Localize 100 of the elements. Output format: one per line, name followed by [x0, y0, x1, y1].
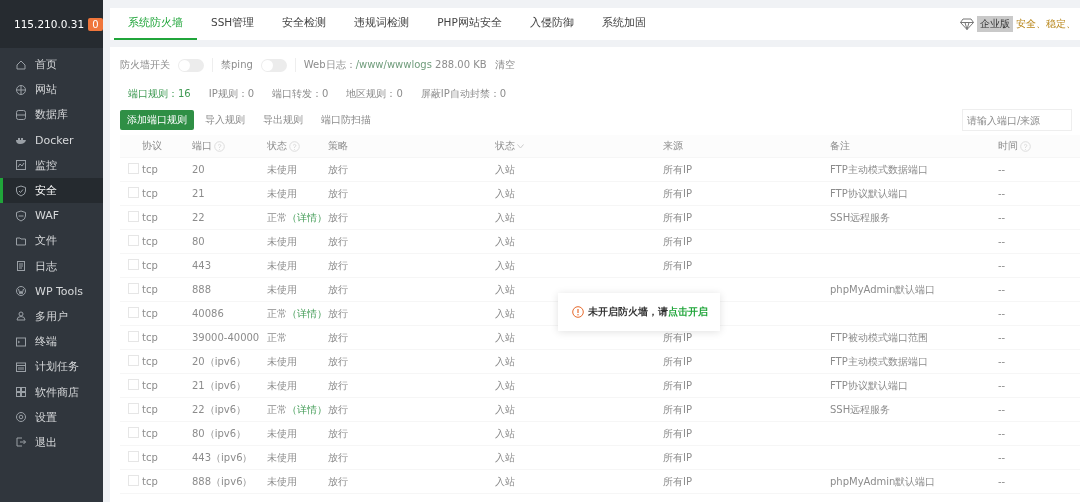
row-checkbox[interactable]: [128, 475, 139, 486]
tab[interactable]: 入侵防御: [515, 8, 588, 40]
sidebar-item[interactable]: 设置: [0, 404, 103, 430]
row-checkbox[interactable]: [128, 187, 139, 198]
folder-icon: [15, 234, 27, 247]
rule-tab[interactable]: 端口规则：16: [120, 83, 199, 105]
table-cell: SSH远程服务: [830, 403, 891, 415]
sidebar-item[interactable]: 首页: [0, 52, 103, 78]
table-cell: tcp: [142, 308, 158, 319]
row-checkbox[interactable]: [128, 331, 139, 342]
table-cell: 放行: [328, 427, 348, 439]
row-checkbox[interactable]: [128, 403, 139, 414]
column-header[interactable]: 状态: [495, 140, 515, 151]
row-checkbox[interactable]: [128, 379, 139, 390]
table-cell: 20: [192, 164, 205, 175]
database-icon: [15, 108, 27, 121]
sidebar-item[interactable]: 终端: [0, 329, 103, 355]
details-link[interactable]: （详情）: [287, 211, 327, 223]
edition-slogan: 安全、稳定、: [1016, 17, 1076, 31]
row-checkbox[interactable]: [128, 163, 139, 174]
sidebar-item[interactable]: WAF: [0, 203, 103, 229]
table-cell: --: [998, 452, 1006, 463]
table-cell: --: [998, 380, 1006, 391]
row-checkbox[interactable]: [128, 307, 139, 318]
row-checkbox[interactable]: [128, 235, 139, 246]
table-cell: 放行: [328, 451, 348, 463]
tab[interactable]: SSH管理: [197, 8, 269, 40]
table-cell: --: [998, 260, 1006, 271]
tab[interactable]: PHP网站安全: [423, 8, 516, 40]
clear-link[interactable]: 清空: [494, 58, 515, 72]
search-field[interactable]: 请输入端口/来源: [962, 109, 1072, 131]
row-checkbox[interactable]: [128, 427, 139, 438]
sidebar-item[interactable]: 日志: [0, 253, 103, 279]
table-cell: 39000-40000: [192, 332, 260, 343]
row-checkbox[interactable]: [128, 355, 139, 366]
table-cell: 入站: [495, 451, 515, 463]
table-cell: 所有IP: [663, 451, 692, 463]
row-checkbox[interactable]: [128, 259, 139, 270]
tab[interactable]: 违规词检测: [340, 8, 424, 40]
sidebar-item[interactable]: 安全: [0, 177, 103, 204]
rule-tab[interactable]: 屏蔽IP自动封禁：0: [412, 83, 515, 105]
row-checkbox[interactable]: [128, 451, 139, 462]
table-cell: 入站: [495, 475, 515, 487]
table-cell: --: [998, 284, 1006, 295]
table-cell: tcp: [142, 164, 158, 175]
table-cell: 21: [192, 188, 205, 199]
table-cell: 22（ipv6）: [192, 403, 247, 415]
sidebar-item[interactable]: 网站: [0, 77, 103, 103]
grid-icon: [15, 386, 27, 399]
table-cell: 所有IP: [663, 187, 692, 199]
tab[interactable]: 系统加固: [587, 8, 660, 40]
table-cell: 正常: [267, 211, 287, 223]
table-cell: 未使用: [267, 451, 297, 463]
warning-icon: [572, 306, 584, 318]
table-cell: 所有IP: [663, 235, 692, 247]
table-cell: 放行: [328, 259, 348, 271]
table-cell: 放行: [328, 235, 348, 247]
table-cell: 入站: [495, 187, 515, 199]
table-cell: 入站: [495, 211, 515, 223]
table-cell: 放行: [328, 403, 348, 415]
table-cell: SSH远程服务: [830, 211, 891, 223]
table-cell: 正常: [267, 331, 287, 343]
sidebar-item[interactable]: 计划任务: [0, 354, 103, 380]
table-cell: phpMyAdmin默认端口: [830, 283, 936, 295]
details-link[interactable]: （详情）: [287, 403, 327, 415]
column-header: 来源: [663, 140, 683, 151]
table-cell: 放行: [328, 307, 348, 319]
chevron-down-icon: [517, 143, 524, 149]
home-icon: [15, 58, 27, 71]
table-cell: tcp: [142, 212, 158, 223]
rule-tab[interactable]: 地区规则：0: [338, 83, 411, 105]
rule-tab[interactable]: IP规则：0: [200, 83, 263, 105]
sidebar-item[interactable]: 监控: [0, 152, 103, 178]
rule-tab[interactable]: 端口转发：0: [264, 83, 337, 105]
row-checkbox[interactable]: [128, 283, 139, 294]
table-cell: 所有IP: [663, 163, 692, 175]
table-cell: 未使用: [267, 475, 297, 487]
logout-icon: [15, 436, 27, 449]
details-link[interactable]: （详情）: [287, 307, 327, 319]
table-cell: 443（ipv6）: [192, 451, 253, 463]
table-cell: 放行: [328, 187, 348, 199]
sidebar-item[interactable]: WP Tools: [0, 278, 103, 304]
tab[interactable]: 安全检测: [268, 8, 341, 40]
sidebar-item[interactable]: 退出: [0, 429, 103, 455]
table-cell: tcp: [142, 452, 158, 463]
table-cell: tcp: [142, 188, 158, 199]
row-checkbox[interactable]: [128, 211, 139, 222]
sidebar-item[interactable]: 软件商店: [0, 379, 103, 405]
sidebar-item[interactable]: 多用户: [0, 303, 103, 330]
table-cell: 正常: [267, 403, 287, 415]
add-rule-button[interactable]: 添加端口规则: [120, 110, 194, 130]
sidebar-item[interactable]: 文件: [0, 228, 103, 254]
table-cell: FTP主动模式数据端口: [830, 163, 928, 175]
table-cell: 所有IP: [663, 355, 692, 367]
table-cell: --: [998, 356, 1006, 367]
terminal-icon: [15, 335, 27, 348]
sidebar-item[interactable]: Docker: [0, 127, 103, 153]
table-cell: 正常: [267, 307, 287, 319]
table-cell: 所有IP: [663, 259, 692, 271]
sidebar-item[interactable]: 数据库: [0, 102, 103, 128]
